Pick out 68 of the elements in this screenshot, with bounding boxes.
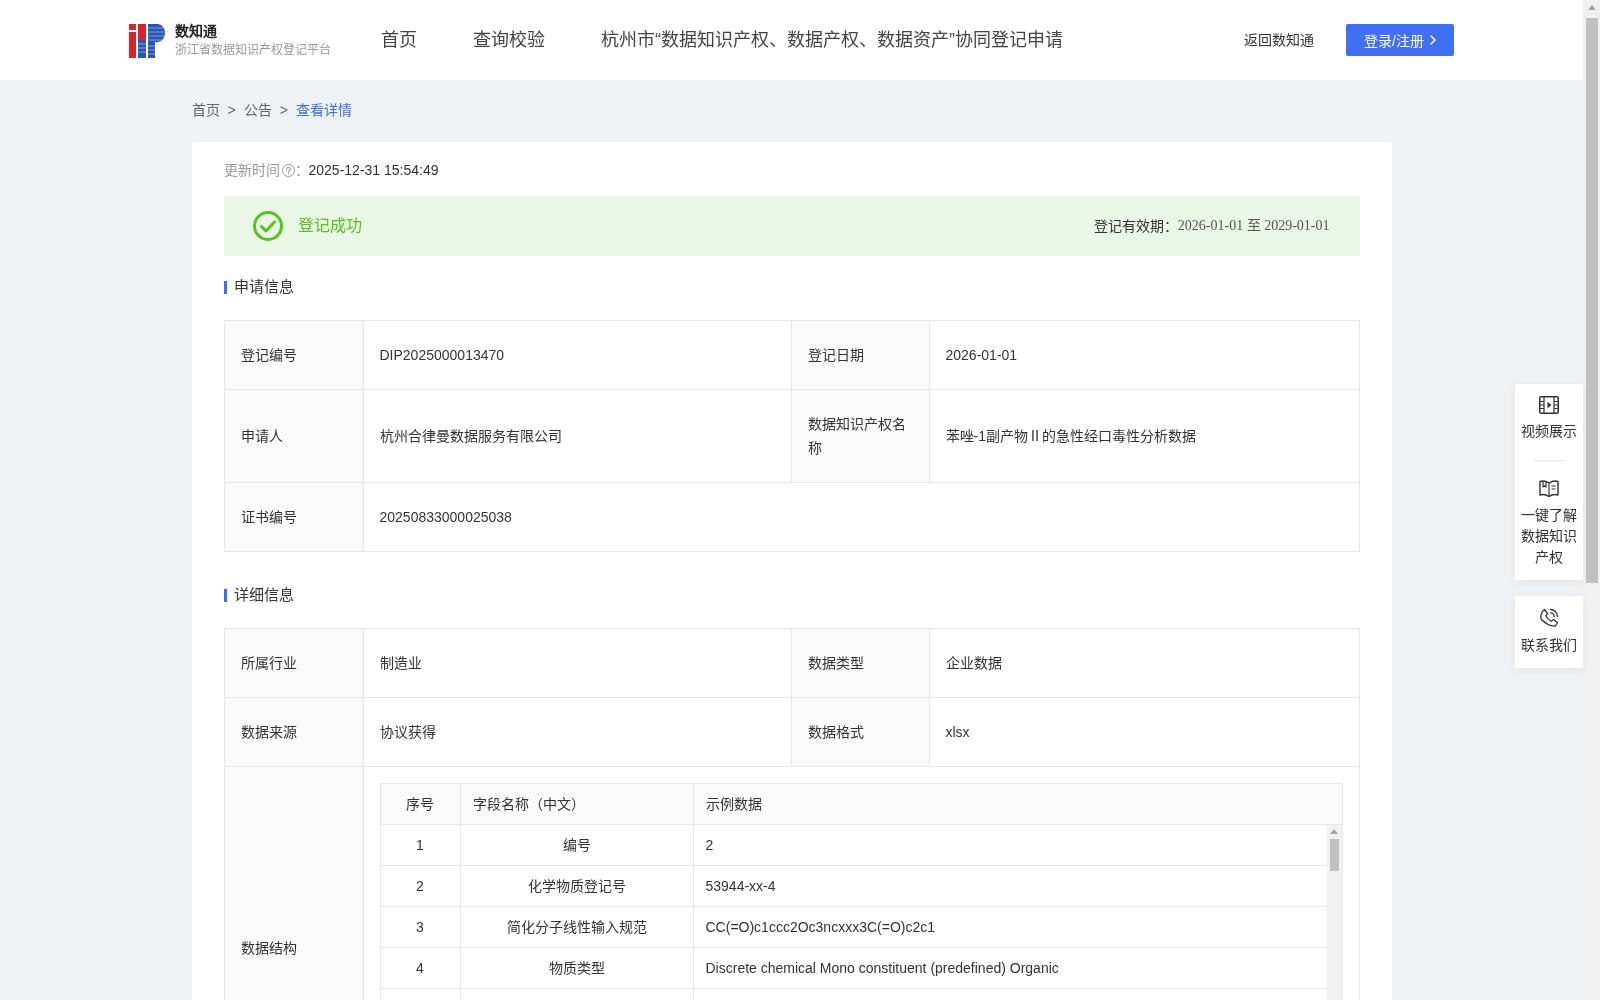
status-text: 登记成功 (297, 216, 362, 236)
validity-label: 登记有效期： (1093, 217, 1178, 236)
table-cell: 2 (380, 866, 461, 906)
value-cell: 20250833000025038 (363, 483, 1360, 552)
label-colon: ： (294, 161, 309, 180)
label-cell: 数据知识产权名称 (791, 390, 930, 483)
table-cell-text: CC(=O)c1ccc2Oc3ncxxx3C(=O)c2c1 (704, 918, 936, 937)
help-icon[interactable] (281, 163, 295, 177)
video-icon (1539, 396, 1559, 414)
brand-name: 数知通 (175, 21, 218, 40)
label-cell: 登记编号 (224, 321, 364, 390)
table-cell: 4 (380, 948, 461, 988)
table-cell: 编号 (460, 825, 694, 865)
update-time-label: 更新时间 (223, 161, 280, 180)
breadcrumb-separator: > (227, 101, 236, 120)
side-menu-item[interactable]: 视频展示 (1520, 396, 1578, 442)
phone-icon (1539, 608, 1559, 628)
nav-link[interactable]: 杭州市“数据知识产权、数据产权、数据资产”协同登记申请 (601, 27, 1063, 53)
label-cell: 登记日期 (791, 321, 930, 390)
breadcrumb-link[interactable]: 公告 (243, 100, 272, 120)
label-cell: 数据来源 (224, 698, 364, 767)
value-cell: xlsx (929, 698, 1360, 767)
value-cell: 苯唑-1副产物Ⅱ的急性经口毒性分析数据 (929, 390, 1360, 483)
breadcrumb-separator: > (279, 101, 288, 120)
update-time-value: 2025-12-31 15:54:49 (308, 161, 439, 180)
section-title: 申请信息 (223, 277, 294, 297)
brand-subtitle: 浙江省数据知识产权登记平台 (175, 41, 331, 59)
section-title: 详细信息 (223, 585, 294, 605)
breadcrumb-link[interactable]: 首页 (191, 100, 220, 120)
chevron-right-icon (1429, 35, 1436, 45)
label-cell: 证书编号 (224, 483, 364, 552)
scrollbar-thumb[interactable] (1585, 18, 1598, 583)
value-cell: 企业数据 (929, 629, 1360, 698)
value-cell: DIP2025000013470 (363, 321, 792, 390)
label-cell: 数据结构 (224, 767, 364, 1000)
label-cell: 数据类型 (791, 629, 930, 698)
breadcrumb-current: 查看详情 (295, 101, 352, 120)
scroll-up-icon[interactable] (1587, 5, 1596, 10)
label-cell: 数据格式 (791, 698, 930, 767)
table-cell: 化学物质登记号 (460, 866, 694, 906)
column-header: 示例数据 (704, 795, 763, 814)
book-icon (1539, 478, 1559, 498)
value-cell: 2026-01-01 (929, 321, 1360, 390)
side-menu-item[interactable]: 联系我们 (1520, 608, 1578, 656)
table-cell: 简化分子线性输入规范 (460, 907, 694, 947)
nav-link[interactable]: 首页 (381, 27, 417, 53)
side-menu-item[interactable]: 一键了解数据知识产权 (1520, 478, 1578, 568)
column-header: 序号 (380, 784, 461, 824)
scrollbar[interactable] (1583, 0, 1600, 1000)
label-cell: 所属行业 (224, 629, 364, 698)
login-button[interactable]: 登录/注册 (1346, 24, 1454, 56)
table-cell-text: Discrete chemical Mono constituent (predefined) Organic (704, 959, 1060, 978)
scrollbar-thumb[interactable] (1329, 839, 1339, 871)
scroll-up-icon[interactable] (1330, 829, 1338, 834)
value-cell: 杭州合律曼数据服务有限公司 (363, 390, 792, 483)
table-cell: 1 (380, 825, 461, 865)
nav-link[interactable]: 查询校验 (473, 27, 545, 53)
table-cell: 物质类型 (460, 948, 694, 988)
back-link[interactable]: 返回数知通 (1244, 30, 1314, 50)
value-cell: 协议获得 (363, 698, 792, 767)
validity-period: 2026-01-01 至 2029-01-01 (1177, 217, 1330, 235)
value-cell: 制造业 (363, 629, 792, 698)
table-cell-text: 53944-xx-4 (704, 877, 777, 896)
table-cell: 3 (380, 907, 461, 947)
table-cell-text: 2 (704, 836, 715, 855)
column-header: 字段名称（中文） (460, 784, 694, 824)
label-cell: 申请人 (224, 390, 364, 483)
logo-icon (129, 22, 165, 58)
